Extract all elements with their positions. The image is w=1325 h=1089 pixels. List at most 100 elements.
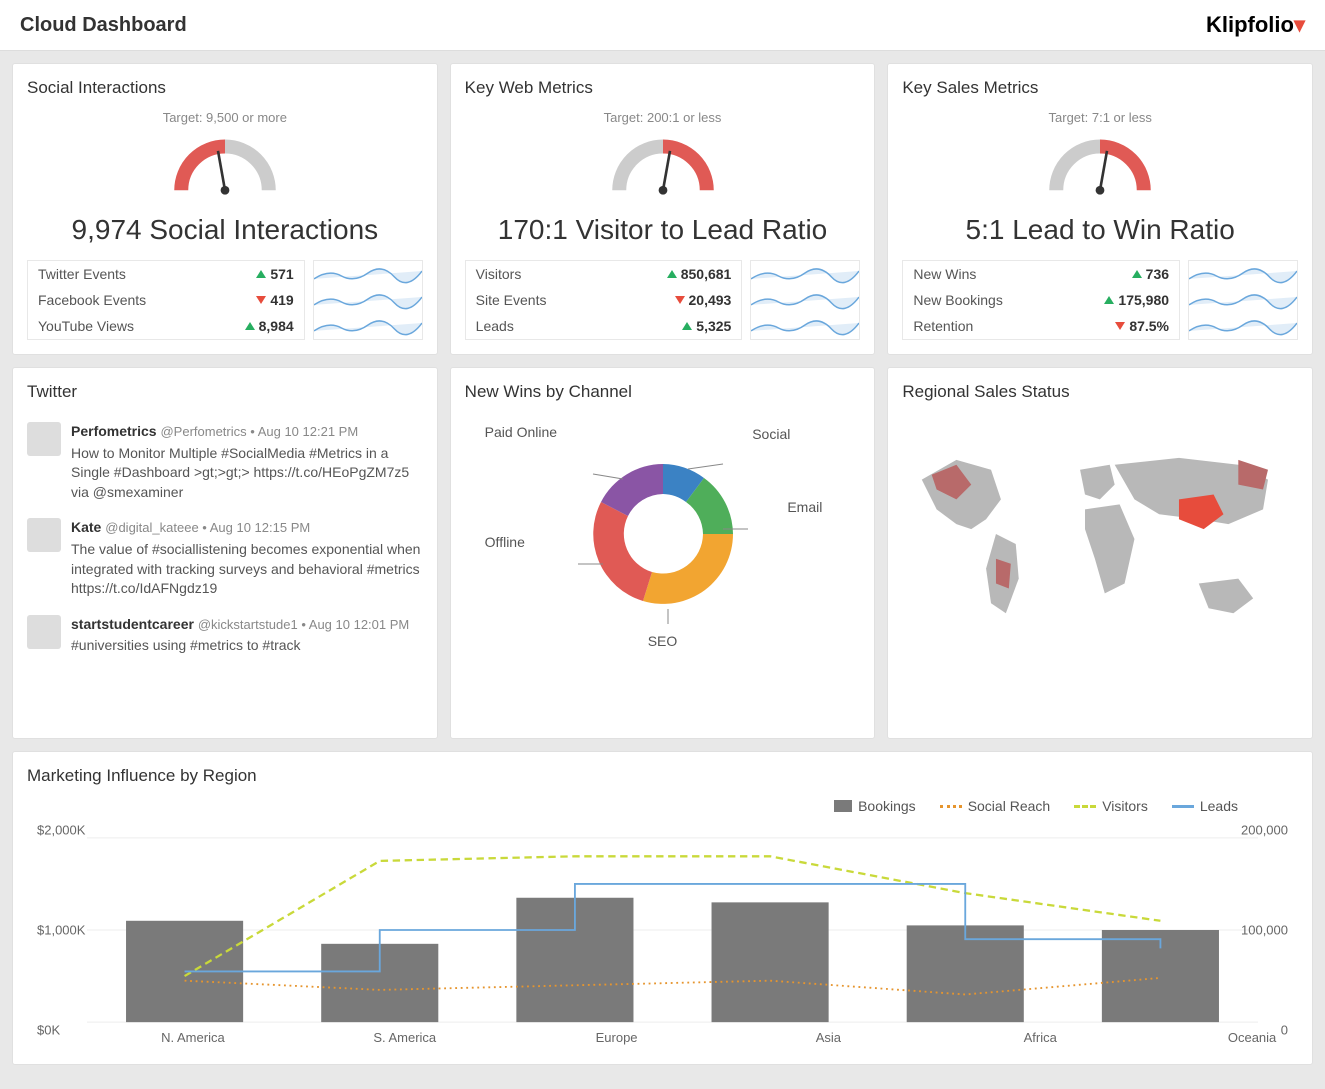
card-title: Key Web Metrics: [465, 78, 861, 98]
legend-visitors: Visitors: [1102, 798, 1148, 814]
tweet[interactable]: startstudentcareer @kickstartstude1 • Au…: [27, 607, 423, 664]
trend-down-icon: [675, 296, 685, 304]
card-title: Key Sales Metrics: [902, 78, 1298, 98]
card-title: New Wins by Channel: [465, 382, 861, 402]
metric-row: Twitter Events 571: [28, 261, 304, 287]
page-title: Cloud Dashboard: [20, 14, 187, 37]
trend-up-icon: [682, 322, 692, 330]
sparkline: [1189, 287, 1297, 313]
x-axis-label: Europe: [577, 1030, 657, 1045]
dashboard-grid: Social Interactions Target: 9,500 or mor…: [0, 51, 1325, 1089]
trend-up-icon: [245, 322, 255, 330]
donut-label-email: Email: [787, 499, 822, 515]
sparkline-column: [750, 260, 860, 340]
gauge-card-2: Key Sales Metrics Target: 7:1 or less 5:…: [887, 63, 1313, 355]
big-metric: 5:1 Lead to Win Ratio: [902, 214, 1298, 246]
sparkline: [751, 287, 859, 313]
gauge-target-label: Target: 7:1 or less: [902, 110, 1298, 125]
metric-row: New Wins 736: [903, 261, 1179, 287]
legend-social-reach: Social Reach: [968, 798, 1051, 814]
sparkline: [314, 313, 422, 339]
metric-row: Visitors 850,681: [466, 261, 742, 287]
metric-value: 419: [256, 292, 293, 308]
tweet-user: startstudentcareer: [71, 616, 194, 632]
tweet[interactable]: Kate @digital_kateee • Aug 10 12:15 PM T…: [27, 510, 423, 606]
tweet-user: Perfometrics: [71, 423, 157, 439]
gauge-card-1: Key Web Metrics Target: 200:1 or less 17…: [450, 63, 876, 355]
y-axis-left-label: $0K: [37, 1023, 60, 1038]
metric-label: Visitors: [476, 266, 522, 282]
avatar: [27, 615, 61, 649]
card-title: Social Interactions: [27, 78, 423, 98]
donut-chart: Paid Online Social Email SEO Offline: [465, 414, 861, 649]
metric-value: 736: [1132, 266, 1169, 282]
metric-row: Facebook Events 419: [28, 287, 304, 313]
legend-bookings: Bookings: [858, 798, 916, 814]
sparkline-column: [313, 260, 423, 340]
tweet-handle: @Perfometrics • Aug 10 12:21 PM: [160, 424, 358, 439]
tweet-text: #universities using #metrics to #track: [71, 636, 409, 656]
donut-label-social: Social: [752, 426, 790, 442]
metric-value: 571: [256, 266, 293, 282]
marketing-svg: [87, 830, 1258, 1030]
metric-label: New Bookings: [913, 292, 1003, 308]
brand-logo: Klipfolio▾: [1206, 12, 1305, 38]
new-wins-card: New Wins by Channel: [450, 367, 876, 739]
marketing-card: Marketing Influence by Region Bookings S…: [12, 751, 1313, 1065]
donut-label-offline: Offline: [485, 534, 525, 550]
x-axis-label: Oceania: [1212, 1030, 1292, 1045]
gauge-card-0: Social Interactions Target: 9,500 or mor…: [12, 63, 438, 355]
world-map: [902, 414, 1298, 664]
metric-table: Twitter Events 571 Facebook Events 419 Y…: [27, 260, 305, 340]
metric-value: 5,325: [682, 318, 731, 334]
donut-label-seo: SEO: [648, 633, 678, 649]
twitter-card: Twitter Perfometrics @Perfometrics • Aug…: [12, 367, 438, 739]
y-axis-left-label: $2,000K: [37, 823, 85, 838]
metric-label: New Wins: [913, 266, 976, 282]
trend-up-icon: [1104, 296, 1114, 304]
sparkline: [1189, 313, 1297, 339]
x-axis-label: Asia: [788, 1030, 868, 1045]
trend-up-icon: [256, 270, 266, 278]
tweet-text: The value of #sociallistening becomes ex…: [71, 540, 423, 599]
tweet-user: Kate: [71, 519, 101, 535]
x-axis-label: S. America: [365, 1030, 445, 1045]
big-metric: 9,974 Social Interactions: [27, 214, 423, 246]
chart-legend: Bookings Social Reach Visitors Leads: [27, 798, 1298, 814]
metric-value: 8,984: [245, 318, 294, 334]
marketing-chart: $2,000K$1,000K$0K200,000100,0000N. Ameri…: [27, 820, 1298, 1050]
gauge-target-label: Target: 200:1 or less: [465, 110, 861, 125]
metric-table: New Wins 736 New Bookings 175,980 Retent…: [902, 260, 1180, 340]
trend-up-icon: [1132, 270, 1142, 278]
metric-row: Leads 5,325: [466, 313, 742, 339]
metric-label: Leads: [476, 318, 514, 334]
x-axis-label: Africa: [1000, 1030, 1080, 1045]
gauge-target-label: Target: 9,500 or more: [27, 110, 423, 125]
metric-table: Visitors 850,681 Site Events 20,493 Lead…: [465, 260, 743, 340]
metric-row: New Bookings 175,980: [903, 287, 1179, 313]
y-axis-right-label: 100,000: [1241, 923, 1288, 938]
avatar: [27, 422, 61, 456]
metric-label: Facebook Events: [38, 292, 146, 308]
tweet[interactable]: Perfometrics @Perfometrics • Aug 10 12:2…: [27, 414, 423, 510]
metric-label: YouTube Views: [38, 318, 134, 334]
card-title: Regional Sales Status: [902, 382, 1298, 402]
sparkline: [751, 313, 859, 339]
sparkline-column: [1188, 260, 1298, 340]
trend-up-icon: [667, 270, 677, 278]
sparkline: [314, 287, 422, 313]
avatar: [27, 518, 61, 552]
x-axis-label: N. America: [153, 1030, 233, 1045]
twitter-feed[interactable]: Perfometrics @Perfometrics • Aug 10 12:2…: [27, 414, 423, 724]
metric-label: Site Events: [476, 292, 547, 308]
metric-value: 20,493: [675, 292, 732, 308]
metric-value: 87.5%: [1115, 318, 1169, 334]
metric-value: 850,681: [667, 266, 732, 282]
sparkline: [751, 261, 859, 287]
sparkline: [1189, 261, 1297, 287]
legend-leads: Leads: [1200, 798, 1238, 814]
trend-down-icon: [256, 296, 266, 304]
metric-value: 175,980: [1104, 292, 1169, 308]
metric-row: YouTube Views 8,984: [28, 313, 304, 339]
y-axis-left-label: $1,000K: [37, 923, 85, 938]
